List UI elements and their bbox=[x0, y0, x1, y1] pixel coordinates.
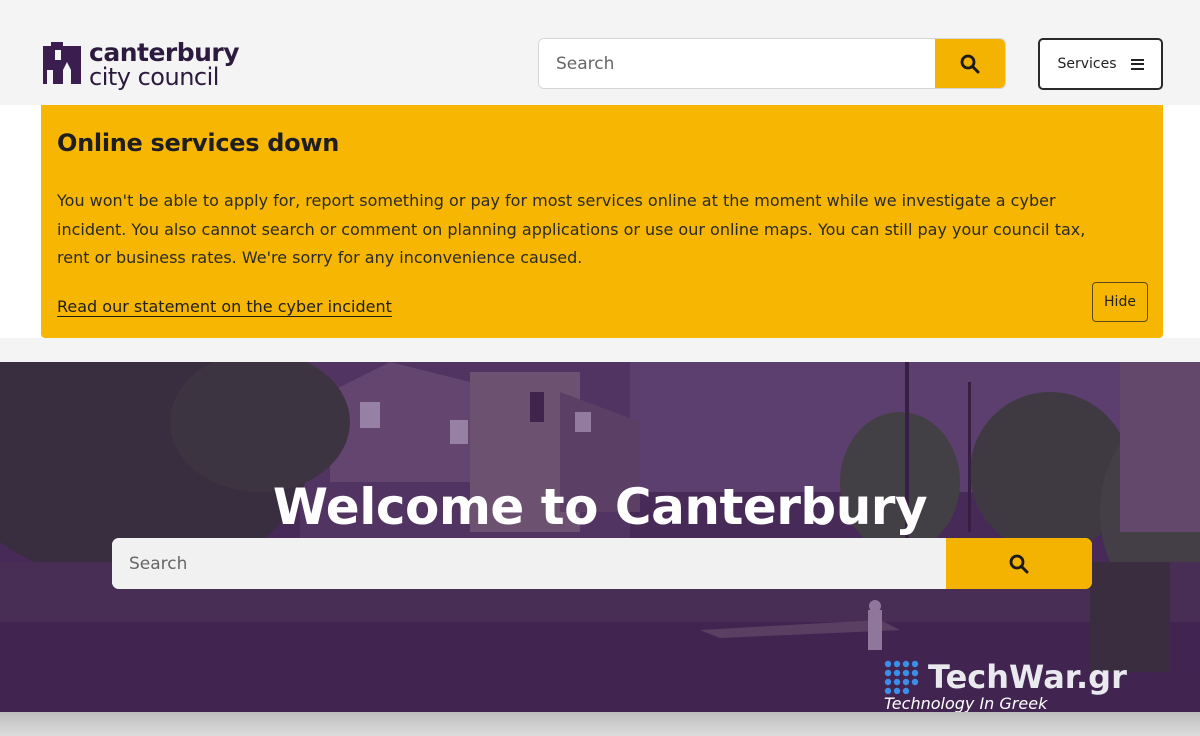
hero-title-city: Canterbury bbox=[614, 478, 928, 536]
watermark-tagline: Technology In Greek bbox=[884, 694, 1048, 713]
header-search-button[interactable] bbox=[935, 39, 1005, 88]
bottom-edge bbox=[0, 712, 1200, 736]
hero-search-button[interactable] bbox=[946, 538, 1092, 589]
search-icon bbox=[1009, 554, 1029, 573]
search-icon bbox=[960, 54, 980, 73]
dot-grid-logo-icon bbox=[884, 660, 919, 694]
cyber-incident-statement-link[interactable]: Read our statement on the cyber incident bbox=[57, 297, 392, 316]
service-alert-banner: Online services down You won't be able t… bbox=[41, 105, 1163, 338]
alert-title: Online services down bbox=[57, 129, 340, 157]
hero-title-prefix: Welcome to bbox=[272, 478, 615, 536]
hamburger-icon bbox=[1130, 58, 1144, 70]
services-label: Services bbox=[1057, 56, 1117, 72]
site-header: canterbury city council Services bbox=[0, 0, 1200, 105]
hide-alert-button[interactable]: Hide bbox=[1092, 282, 1148, 322]
spacer bbox=[0, 338, 1200, 362]
cathedral-logo-icon bbox=[43, 42, 81, 84]
logo-text-secondary: city council bbox=[89, 63, 219, 91]
watermark: TechWar.gr Technology In Greek bbox=[884, 658, 1127, 713]
alert-message: You won't be able to apply for, report s… bbox=[57, 191, 1086, 267]
logo-text-primary: canterbury bbox=[89, 38, 240, 67]
hero-search-bar bbox=[112, 538, 1092, 589]
watermark-brand: TechWar.gr bbox=[928, 658, 1127, 696]
hero-title: Welcome to Canterbury bbox=[0, 478, 1200, 536]
council-logo[interactable]: canterbury city council bbox=[41, 38, 240, 91]
services-menu-button[interactable]: Services bbox=[1038, 38, 1163, 90]
header-search-input[interactable] bbox=[539, 39, 935, 88]
hero-search-input[interactable] bbox=[112, 538, 946, 589]
header-search-bar bbox=[538, 38, 1006, 89]
